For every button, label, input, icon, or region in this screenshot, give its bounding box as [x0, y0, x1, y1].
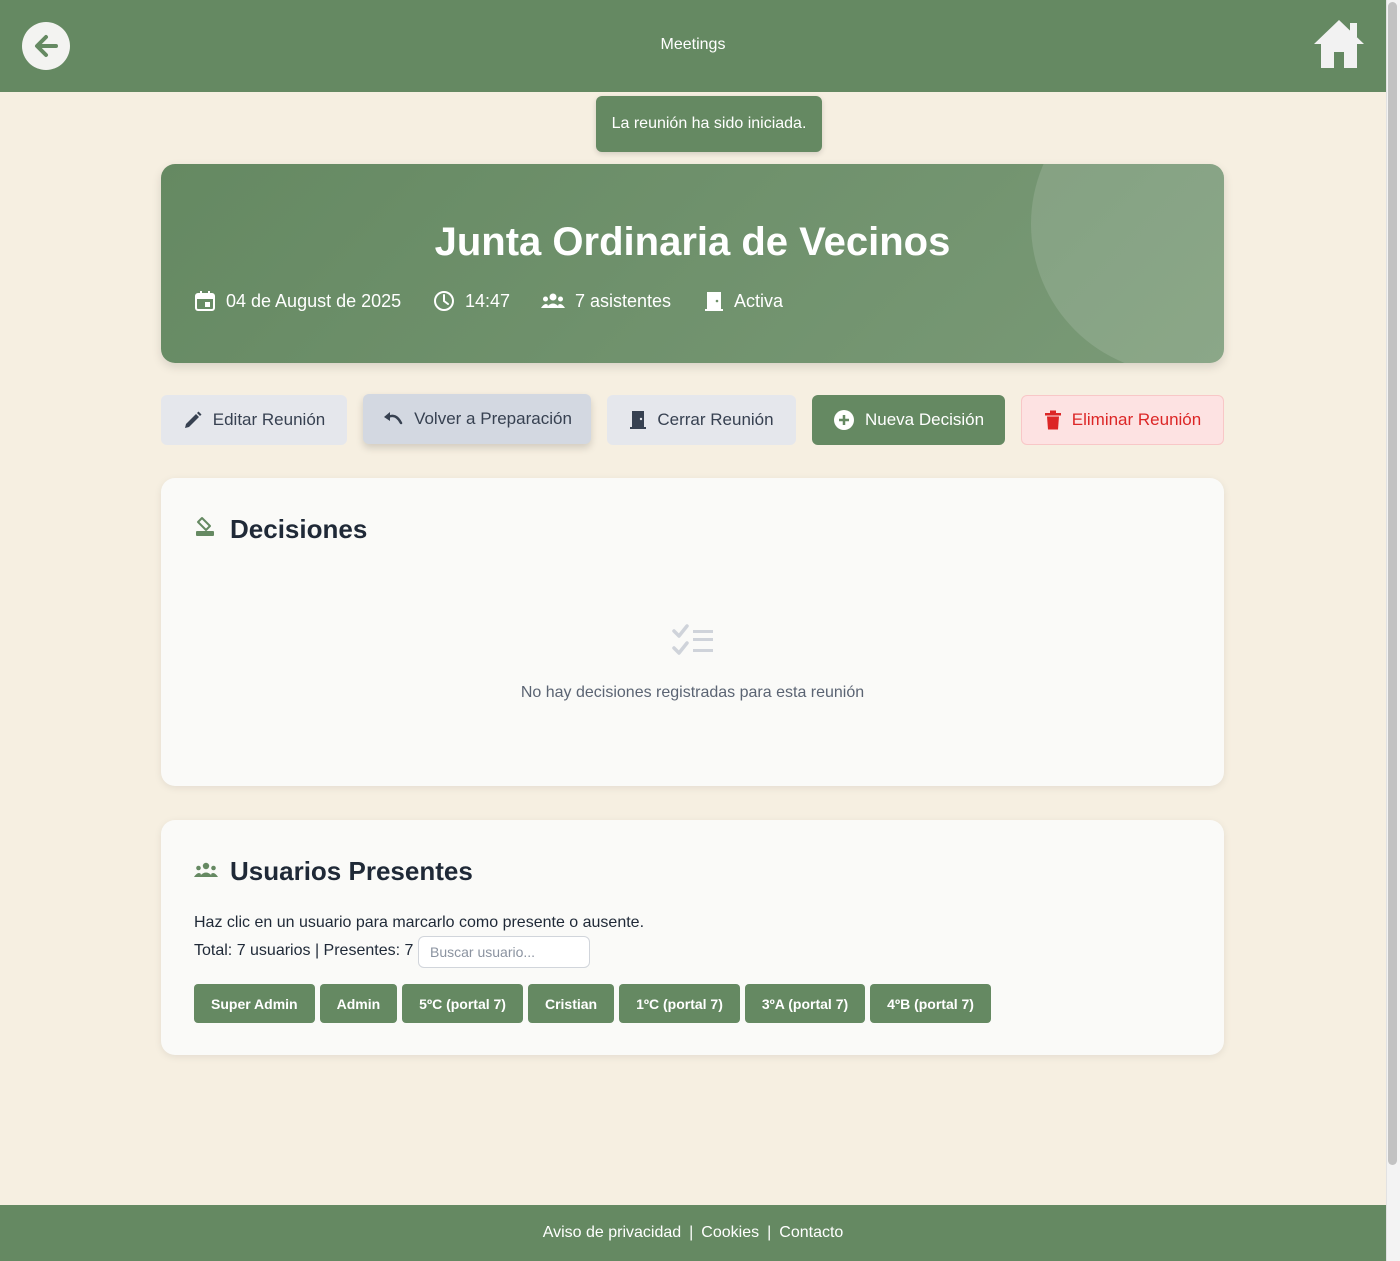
door-icon — [705, 292, 723, 311]
cookies-link[interactable]: Cookies — [701, 1224, 759, 1242]
top-bar: Meetings — [0, 0, 1386, 92]
meeting-attendees: 7 asistentes — [541, 290, 671, 312]
meeting-title: Junta Ordinaria de Vecinos — [434, 220, 951, 264]
user-chip[interactable]: 3ºA (portal 7) — [744, 984, 866, 1023]
back-to-preparation-button[interactable]: Volver a Preparación — [363, 394, 591, 444]
trash-icon — [1044, 410, 1061, 430]
user-chip[interactable]: Super Admin — [194, 984, 315, 1023]
edit-meeting-label: Editar Reunión — [212, 410, 326, 429]
present-users-hint: Haz clic en un usuario para marcarlo com… — [194, 914, 645, 931]
contact-link[interactable]: Contacto — [779, 1224, 843, 1242]
home-icon — [1314, 20, 1364, 68]
toast-notification: La reunión ha sido iniciada. — [596, 96, 822, 152]
user-chip[interactable]: 4ºB (portal 7) — [870, 984, 991, 1023]
scrollbar-thumb[interactable] — [1388, 2, 1397, 1165]
calendar-icon — [195, 291, 215, 311]
meeting-header-card: Junta Ordinaria de Vecinos 04 de August … — [161, 164, 1224, 363]
group-icon — [541, 293, 565, 308]
undo-icon — [384, 412, 403, 425]
plus-circle-icon — [833, 410, 854, 430]
toast-message: La reunión ha sido iniciada. — [611, 115, 807, 132]
edit-meeting-button[interactable]: Editar Reunión — [161, 395, 347, 445]
home-button[interactable] — [1312, 18, 1366, 70]
meeting-status-text: Activa — [734, 290, 784, 311]
privacy-link[interactable]: Aviso de privacidad — [543, 1224, 681, 1242]
door-icon — [630, 411, 647, 429]
close-meeting-label: Cerrar Reunión — [657, 410, 774, 429]
group-icon — [194, 862, 218, 877]
present-users-card: Usuarios Presentes Haz clic en un usuari… — [161, 820, 1224, 1055]
footer-separator: | — [689, 1224, 694, 1241]
back-to-preparation-label: Volver a Preparación — [414, 409, 572, 428]
meeting-attendees-text: 7 asistentes — [575, 290, 672, 311]
user-search-input[interactable] — [418, 936, 590, 968]
decisions-card: Decisiones No hay decisiones registradas… — [161, 478, 1224, 786]
users-totals: Total: 7 usuarios | Presentes: 7 — [194, 942, 414, 959]
user-chip[interactable]: 5ºC (portal 7) — [402, 984, 523, 1023]
checklist-icon — [672, 624, 713, 655]
delete-meeting-button[interactable]: Eliminar Reunión — [1021, 395, 1224, 445]
new-decision-button[interactable]: Nueva Decisión — [812, 395, 1005, 445]
vote-icon — [196, 517, 214, 536]
clock-icon — [434, 291, 454, 311]
user-chip[interactable]: 1ºC (portal 7) — [619, 984, 740, 1023]
decisions-title: Decisiones — [230, 514, 368, 544]
delete-meeting-label: Eliminar Reunión — [1071, 410, 1202, 429]
pencil-icon — [184, 411, 202, 428]
footer-separator: | — [767, 1224, 772, 1241]
meeting-status: Activa — [704, 290, 783, 312]
meeting-date: 04 de August de 2025 — [194, 290, 401, 312]
meeting-time-text: 14:47 — [465, 290, 511, 311]
user-chip[interactable]: Admin — [319, 984, 398, 1023]
present-users-title: Usuarios Presentes — [230, 856, 473, 886]
app-title: Meetings — [660, 36, 726, 53]
decisions-empty-message: No hay decisiones registradas para esta … — [520, 684, 865, 701]
meeting-time: 14:47 — [433, 290, 510, 312]
meeting-date-text: 04 de August de 2025 — [226, 290, 402, 311]
footer: Aviso de privacidad | Cookies | Contacto — [0, 1205, 1386, 1261]
new-decision-label: Nueva Decisión — [864, 410, 985, 429]
close-meeting-button[interactable]: Cerrar Reunión — [607, 395, 796, 445]
user-chip[interactable]: Cristian — [527, 984, 615, 1023]
user-chip-list: Super Admin Admin 5ºC (portal 7) Cristia… — [194, 984, 991, 1023]
